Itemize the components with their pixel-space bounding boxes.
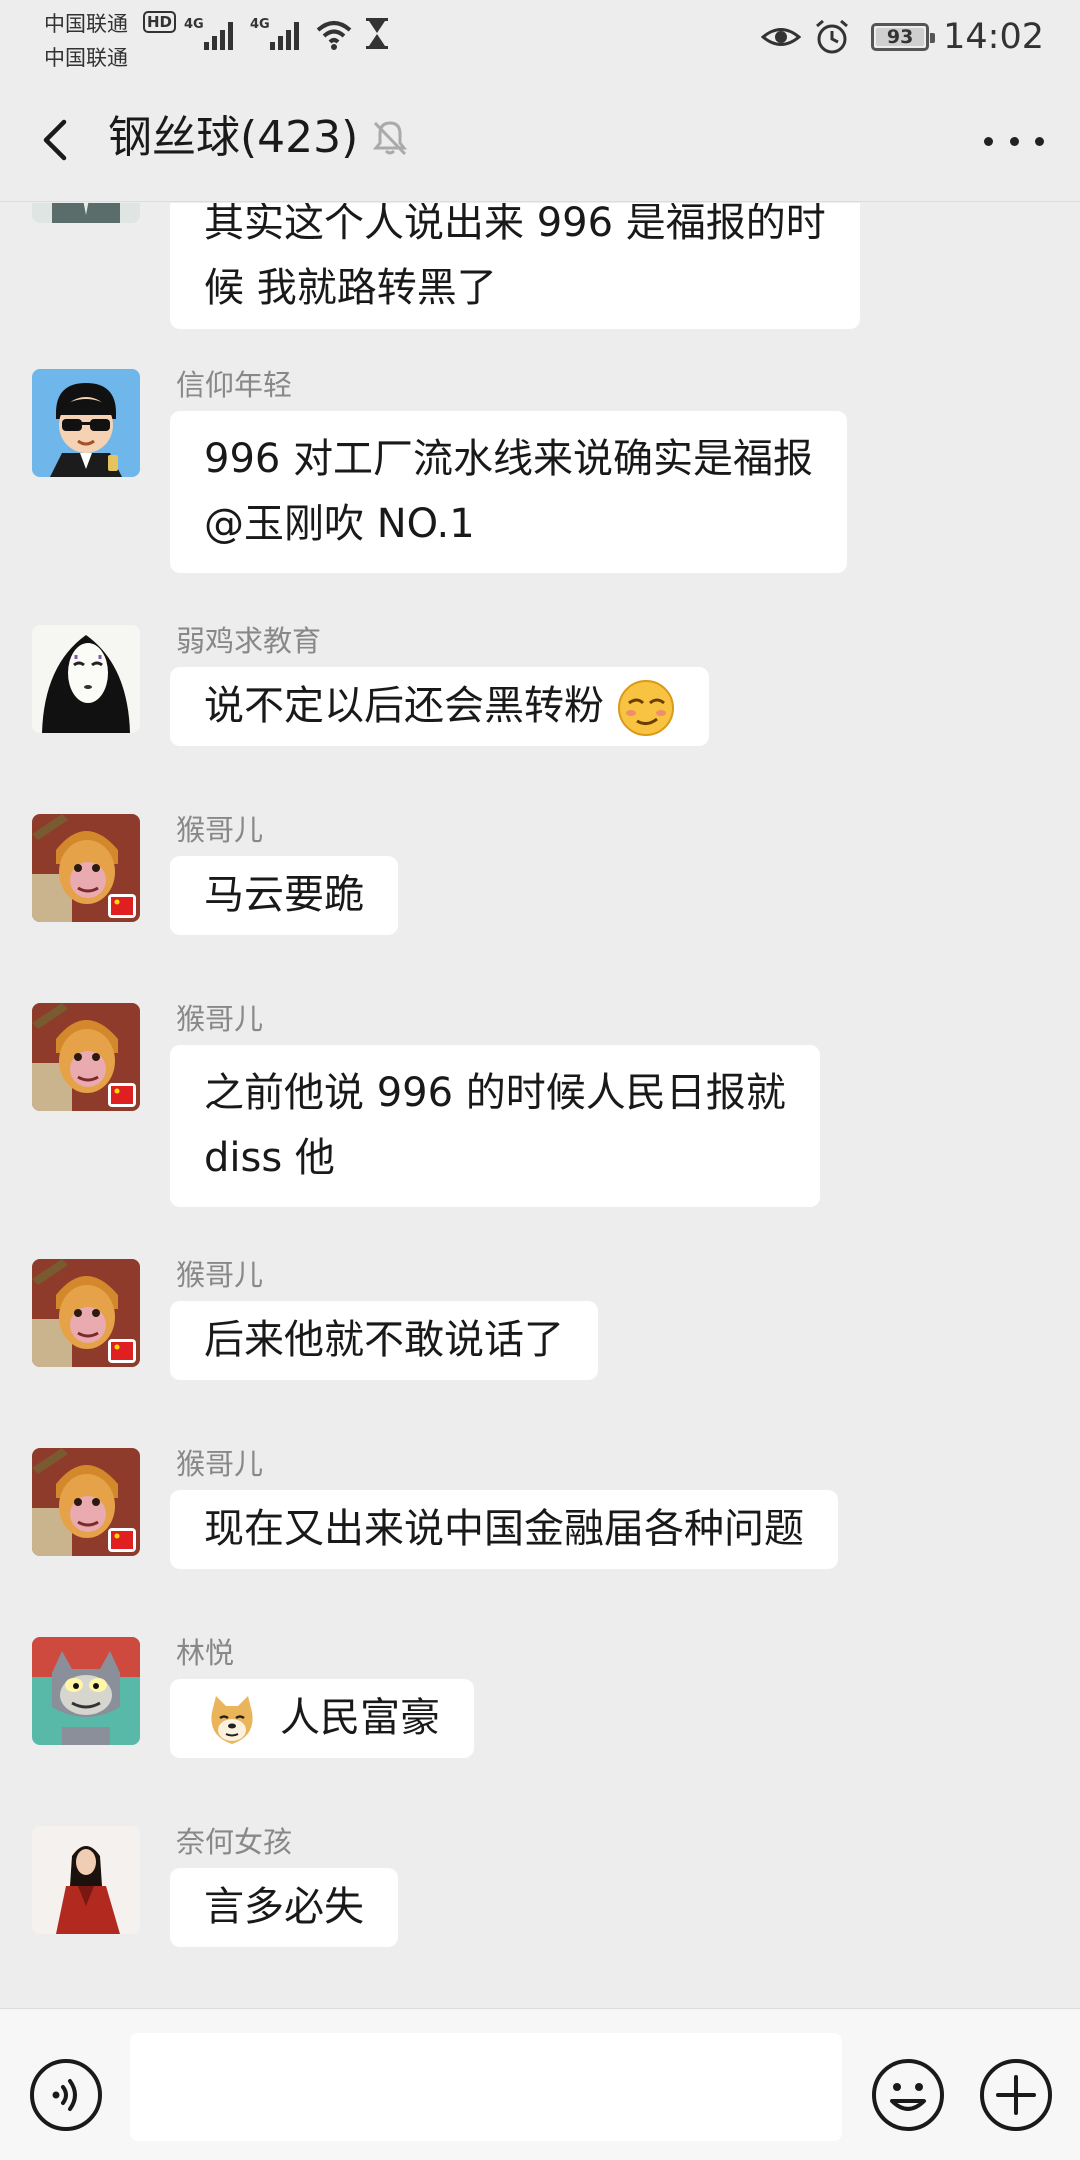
sender-name: 奈何女孩 [176, 1825, 293, 1859]
network-label-1: 4G [184, 17, 204, 32]
message-input[interactable] [130, 2033, 842, 2141]
emoji-icon[interactable] [870, 2057, 946, 2133]
message-text-line-1: 其实这个人说出来 996 是福报的时 [204, 203, 826, 246]
message-text-line-1: 996 对工厂流水线来说确实是福报 [204, 436, 814, 482]
sender-name: 猴哥儿 [176, 1447, 264, 1481]
smirk-emoji-icon [617, 680, 674, 736]
battery-indicator: 93 [871, 23, 936, 51]
status-bar: 中国联通 中国联通 HD 4G 4G 93 14:02 [0, 0, 1080, 78]
message-text: 说不定以后还会黑转粉 [204, 683, 604, 729]
message-text: 马云要跪 [204, 872, 364, 918]
avatar[interactable] [32, 814, 140, 922]
message-text: 人民富豪 [280, 1695, 440, 1741]
hourglass-icon [366, 18, 388, 49]
message-text-line-2: @玉刚吹 NO.1 [204, 501, 475, 547]
wechat-group-chat-screen: 中国联通 中国联通 HD 4G 4G 93 14:02 钢丝球(423) 其实这… [0, 0, 1080, 2160]
avatar[interactable] [32, 625, 140, 733]
wifi-icon [316, 21, 352, 50]
message-bubble[interactable]: 996 对工厂流水线来说确实是福报 @玉刚吹 NO.1 [170, 411, 848, 573]
signal-icon-2: 4G [250, 17, 299, 50]
network-label-2: 4G [250, 17, 270, 32]
more-options-icon[interactable] [984, 126, 1044, 156]
avatar[interactable] [32, 1259, 140, 1367]
clock: 14:02 [943, 17, 1044, 57]
message-bubble[interactable]: 后来他就不敢说话了 [170, 1301, 598, 1380]
hd-badge: HD [143, 11, 176, 33]
back-icon[interactable] [30, 112, 86, 168]
message-bubble[interactable]: 说不定以后还会黑转粉 [170, 667, 709, 746]
avatar[interactable] [32, 1826, 140, 1934]
message-text-line-2: diss 他 [204, 1135, 335, 1181]
carrier-label-2: 中国联通 [44, 46, 128, 70]
avatar[interactable] [32, 203, 140, 223]
mute-bell-icon [372, 121, 408, 156]
sender-name: 信仰年轻 [176, 368, 293, 402]
avatar[interactable] [32, 369, 140, 477]
message-text: 言多必失 [204, 1884, 364, 1930]
doge-emoji-icon [211, 1696, 253, 1744]
alarm-icon [816, 19, 849, 54]
message-bubble[interactable]: 言多必失 [170, 1868, 398, 1947]
message-bubble[interactable]: 马云要跪 [170, 856, 398, 935]
signal-icon-1: 4G [184, 17, 233, 50]
message-list[interactable]: 其实这个人说出来 996 是福报的时 候 我就路转黑了 信仰年轻 996 对工厂… [0, 203, 1080, 2008]
message-bubble[interactable]: 人民富豪 [170, 1679, 474, 1758]
page-title: 钢丝球(423) [108, 112, 359, 163]
sender-name: 猴哥儿 [176, 1002, 264, 1036]
carrier-label-1: 中国联通 [44, 12, 128, 36]
sender-name: 林悦 [176, 1636, 235, 1670]
plus-icon[interactable] [978, 2057, 1054, 2133]
avatar[interactable] [32, 1637, 140, 1745]
battery-level: 93 [886, 26, 914, 48]
status-right-group: 93 14:02 [761, 14, 1044, 60]
eye-icon [761, 28, 802, 46]
sender-name: 猴哥儿 [176, 813, 264, 847]
voice-input-icon[interactable] [28, 2057, 104, 2133]
avatar[interactable] [32, 1448, 140, 1556]
sender-name: 弱鸡求教育 [176, 624, 322, 658]
avatar[interactable] [32, 1003, 140, 1111]
chat-header: 钢丝球(423) [0, 78, 1080, 202]
message-text: 后来他就不敢说话了 [204, 1317, 564, 1363]
message-bubble[interactable]: 其实这个人说出来 996 是福报的时 候 我就路转黑了 [170, 203, 860, 329]
input-bar [0, 2008, 1080, 2160]
message-text-line-2: 候 我就路转黑了 [204, 265, 497, 311]
sender-name: 猴哥儿 [176, 1258, 264, 1292]
message-bubble[interactable]: 之前他说 996 的时候人民日报就 diss 他 [170, 1045, 820, 1207]
message-text: 现在又出来说中国金融届各种问题 [204, 1506, 804, 1552]
message-bubble[interactable]: 现在又出来说中国金融届各种问题 [170, 1490, 838, 1569]
message-text-line-1: 之前他说 996 的时候人民日报就 [204, 1070, 786, 1116]
